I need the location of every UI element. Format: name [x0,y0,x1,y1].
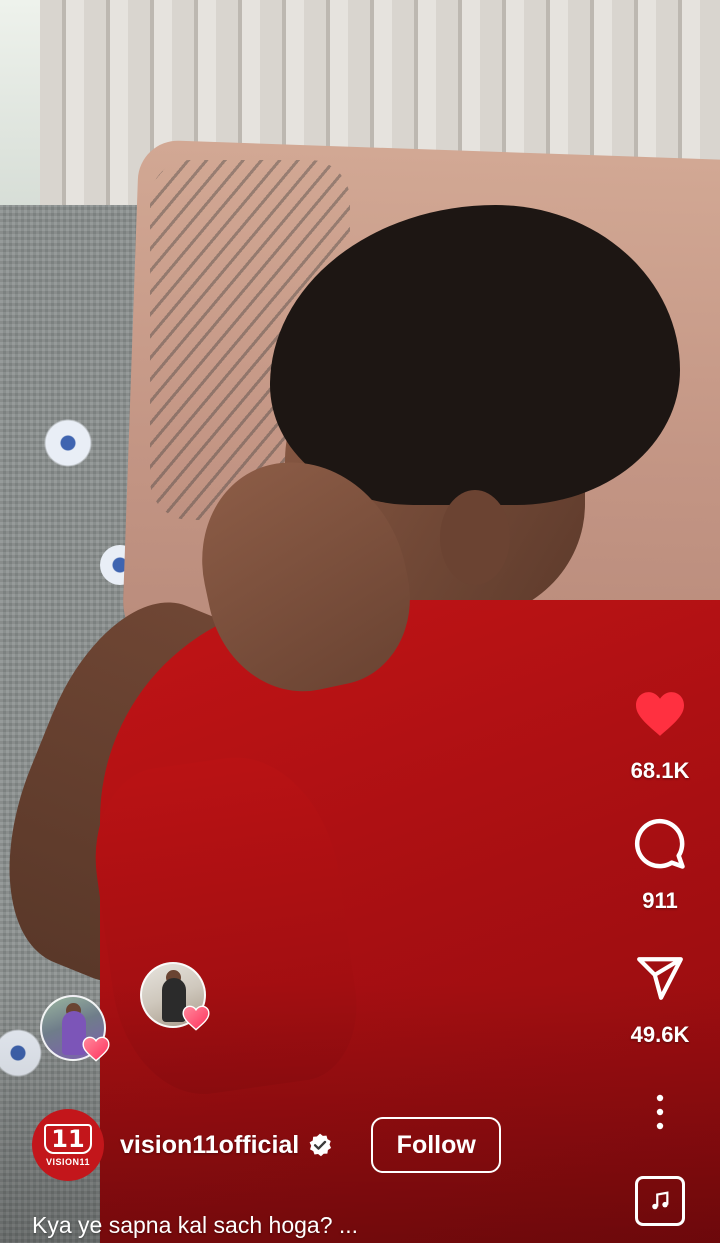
username[interactable]: vision11official [120,1131,299,1160]
action-rail: 68.1K 911 49.6K [600,680,720,1226]
paper-plane-icon[interactable] [632,950,688,1006]
follow-button[interactable]: Follow [371,1117,502,1173]
reel-caption[interactable]: Kya ye sapna kal sach hoga? ... [32,1212,358,1239]
person-ear [440,490,510,585]
audio-button[interactable] [635,1176,685,1226]
comment-count[interactable]: 911 [642,888,678,914]
heart-icon [82,1036,110,1062]
speech-bubble-icon[interactable] [632,816,688,872]
flower-pattern [40,415,96,471]
vision11-logo-mark: 11 [44,1123,92,1154]
vision11-logo-text: VISION11 [45,1156,91,1167]
like-count[interactable]: 68.1K [631,758,690,784]
heart-filled-icon[interactable] [632,686,688,742]
share-count[interactable]: 49.6K [631,1022,690,1048]
like-button[interactable]: 68.1K [631,686,690,784]
heart-icon [182,1005,210,1031]
share-button[interactable]: 49.6K [631,950,690,1048]
music-note-icon [652,1191,669,1210]
more-options-button[interactable] [655,1094,665,1134]
verified-badge-icon [309,1133,332,1157]
profile-avatar[interactable]: 11 VISION11 [32,1109,104,1181]
more-vertical-icon[interactable] [655,1094,665,1130]
profile-row: 11 VISION11 vision11official Follow [32,1108,502,1182]
comment-button[interactable]: 911 [632,816,688,914]
